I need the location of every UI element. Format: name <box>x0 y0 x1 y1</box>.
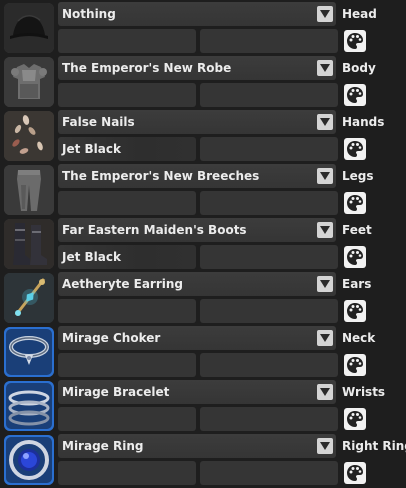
equipment-row-neck: Mirage Choker Neck <box>0 325 406 379</box>
item-name: Mirage Choker <box>62 331 161 345</box>
chevron-down-icon[interactable] <box>317 168 333 184</box>
palette-icon[interactable] <box>344 138 366 160</box>
dye-2-field[interactable] <box>200 407 338 431</box>
earring-icon[interactable] <box>4 273 54 323</box>
chevron-down-icon[interactable] <box>317 6 333 22</box>
dye-1-field[interactable] <box>58 461 196 485</box>
slot-label: Legs <box>342 169 374 183</box>
slot-label: Body <box>342 61 376 75</box>
breeches-icon[interactable] <box>4 165 54 215</box>
dye-2-field[interactable] <box>200 245 338 269</box>
palette-icon[interactable] <box>344 30 366 52</box>
item-select-feet[interactable]: Far Eastern Maiden's Boots <box>58 218 336 242</box>
chevron-down-icon[interactable] <box>317 222 333 238</box>
dye-1-field[interactable]: Jet Black <box>58 245 196 269</box>
item-name: Mirage Ring <box>62 439 144 453</box>
dye-2-field[interactable] <box>200 353 338 377</box>
item-name: Aetheryte Earring <box>62 277 184 291</box>
chevron-down-icon[interactable] <box>317 114 333 130</box>
equipment-row-wrists: Mirage Bracelet Wrists <box>0 379 406 433</box>
item-select-wrists[interactable]: Mirage Bracelet <box>58 380 336 404</box>
equipment-row-right-ring: Mirage Ring Right Ring <box>0 433 406 487</box>
palette-icon[interactable] <box>344 246 366 268</box>
chevron-down-icon[interactable] <box>317 276 333 292</box>
slot-label: Wrists <box>342 385 386 399</box>
item-name: Mirage Bracelet <box>62 385 170 399</box>
dye-2-field[interactable] <box>200 461 338 485</box>
dye-2-field[interactable] <box>200 191 338 215</box>
dye-1-field[interactable] <box>58 407 196 431</box>
dye-2-field[interactable] <box>200 299 338 323</box>
ring-icon[interactable] <box>4 435 54 485</box>
palette-icon[interactable] <box>344 354 366 376</box>
chevron-down-icon[interactable] <box>317 384 333 400</box>
palette-icon[interactable] <box>344 300 366 322</box>
item-name: Far Eastern Maiden's Boots <box>62 223 247 237</box>
dye-1-field[interactable] <box>58 353 196 377</box>
equipment-row-legs: The Emperor's New Breeches Legs <box>0 163 406 217</box>
dye-2-field[interactable] <box>200 83 338 107</box>
palette-icon[interactable] <box>344 84 366 106</box>
dye-1-field[interactable]: Jet Black <box>58 137 196 161</box>
choker-icon[interactable] <box>4 327 54 377</box>
palette-icon[interactable] <box>344 462 366 484</box>
chevron-down-icon[interactable] <box>317 330 333 346</box>
item-name: False Nails <box>62 115 135 129</box>
body-armor-icon[interactable] <box>4 57 54 107</box>
palette-icon[interactable] <box>344 408 366 430</box>
equipment-row-feet: Far Eastern Maiden's Boots Feet Jet Blac… <box>0 217 406 271</box>
slot-label: Right Ring <box>342 439 406 453</box>
item-select-body[interactable]: The Emperor's New Robe <box>58 56 336 80</box>
item-select-right-ring[interactable]: Mirage Ring <box>58 434 336 458</box>
bracelet-icon[interactable] <box>4 381 54 431</box>
equipment-row-hands: False Nails Hands Jet Black <box>0 109 406 163</box>
dye-2-field[interactable] <box>200 137 338 161</box>
equipment-row-body: The Emperor's New Robe Body <box>0 55 406 109</box>
item-select-legs[interactable]: The Emperor's New Breeches <box>58 164 336 188</box>
chevron-down-icon[interactable] <box>317 438 333 454</box>
equipment-row-ears: Aetheryte Earring Ears <box>0 271 406 325</box>
item-name: The Emperor's New Robe <box>62 61 232 75</box>
boots-icon[interactable] <box>4 219 54 269</box>
chevron-down-icon[interactable] <box>317 60 333 76</box>
dye-1-field[interactable] <box>58 191 196 215</box>
slot-label: Head <box>342 7 377 21</box>
dye-1-field[interactable] <box>58 29 196 53</box>
palette-icon[interactable] <box>344 192 366 214</box>
item-select-hands[interactable]: False Nails <box>58 110 336 134</box>
slot-label: Feet <box>342 223 372 237</box>
slot-label: Hands <box>342 115 385 129</box>
equipment-row-head: Nothing Head <box>0 1 406 55</box>
dye-1-field[interactable] <box>58 83 196 107</box>
item-name: The Emperor's New Breeches <box>62 169 260 183</box>
item-select-ears[interactable]: Aetheryte Earring <box>58 272 336 296</box>
slot-label: Neck <box>342 331 376 345</box>
item-select-head[interactable]: Nothing <box>58 2 336 26</box>
dye-2-field[interactable] <box>200 29 338 53</box>
empty-head-icon[interactable] <box>4 3 54 53</box>
item-select-neck[interactable]: Mirage Choker <box>58 326 336 350</box>
nails-icon[interactable] <box>4 111 54 161</box>
item-name: Nothing <box>62 7 116 21</box>
slot-label: Ears <box>342 277 372 291</box>
dye-1-field[interactable] <box>58 299 196 323</box>
